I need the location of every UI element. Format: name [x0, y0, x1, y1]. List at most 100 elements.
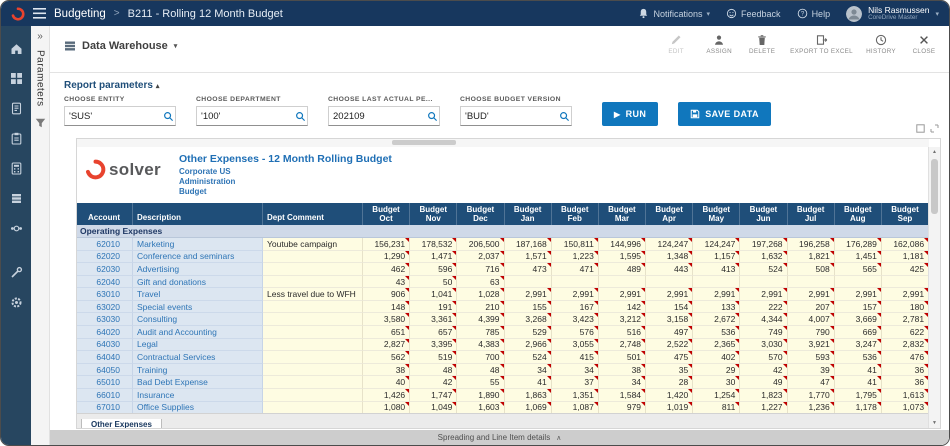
value-cell[interactable] — [505, 276, 552, 289]
value-cell[interactable]: 38 — [363, 364, 410, 377]
value-cell[interactable] — [552, 276, 599, 289]
breadcrumb-section[interactable]: Budgeting — [54, 8, 106, 20]
value-cell[interactable]: 34 — [552, 364, 599, 377]
value-cell[interactable] — [835, 276, 882, 289]
value-cell[interactable]: 207 — [788, 301, 835, 314]
value-cell[interactable]: 2,522 — [646, 339, 693, 352]
value-cell[interactable]: 162,086 — [882, 238, 929, 251]
scroll-down-icon[interactable]: ▼ — [929, 418, 940, 428]
feedback-button[interactable]: Feedback — [726, 8, 781, 19]
value-cell[interactable]: 562 — [363, 351, 410, 364]
column-header[interactable]: BudgetJun — [740, 203, 787, 225]
search-icon[interactable] — [161, 111, 175, 122]
value-cell[interactable]: 167 — [552, 301, 599, 314]
value-cell[interactable]: 191 — [410, 301, 457, 314]
value-cell[interactable]: 39 — [788, 364, 835, 377]
value-cell[interactable]: 1,223 — [552, 251, 599, 264]
close-button[interactable]: CLOSE — [909, 34, 939, 55]
value-cell[interactable]: 1,584 — [599, 389, 646, 402]
value-cell[interactable] — [599, 276, 646, 289]
value-cell[interactable]: 187,168 — [505, 238, 552, 251]
value-cell[interactable]: 700 — [457, 351, 504, 364]
value-cell[interactable]: 4,399 — [457, 313, 504, 326]
column-header[interactable]: BudgetJan — [505, 203, 552, 225]
export-to-excel-button[interactable]: EXPORT TO EXCEL — [790, 34, 853, 55]
value-cell[interactable]: 657 — [410, 326, 457, 339]
value-cell[interactable]: 1,595 — [599, 251, 646, 264]
comment-cell[interactable]: Youtube campaign — [263, 238, 363, 251]
value-cell[interactable]: 178,532 — [410, 238, 457, 251]
comment-cell[interactable] — [263, 251, 363, 264]
column-header[interactable]: BudgetAug — [835, 203, 882, 225]
value-cell[interactable]: 3,361 — [410, 313, 457, 326]
value-cell[interactable]: 34 — [599, 376, 646, 389]
sheet-tab-other-expenses[interactable]: Other Expenses — [81, 419, 162, 428]
value-cell[interactable]: 622 — [882, 326, 929, 339]
value-cell[interactable]: 55 — [457, 376, 504, 389]
value-cell[interactable]: 148 — [363, 301, 410, 314]
value-cell[interactable]: 1,041 — [410, 288, 457, 301]
value-cell[interactable]: 1,632 — [740, 251, 787, 264]
value-cell[interactable]: 210 — [457, 301, 504, 314]
data-stack-icon[interactable] — [10, 192, 23, 205]
value-cell[interactable]: 1,290 — [363, 251, 410, 264]
value-cell[interactable]: 40 — [363, 376, 410, 389]
value-cell[interactable]: 1,747 — [410, 389, 457, 402]
department-input[interactable]: '100' — [196, 106, 308, 126]
value-cell[interactable] — [693, 276, 740, 289]
value-cell[interactable]: 1,571 — [505, 251, 552, 264]
entity-input[interactable]: 'SUS' — [64, 106, 176, 126]
help-button[interactable]: ? Help — [797, 8, 831, 19]
value-cell[interactable]: 593 — [788, 351, 835, 364]
value-cell[interactable]: 2,991 — [599, 288, 646, 301]
value-cell[interactable]: 536 — [835, 351, 882, 364]
value-cell[interactable]: 529 — [505, 326, 552, 339]
value-cell[interactable]: 42 — [740, 364, 787, 377]
value-cell[interactable]: 2,966 — [505, 339, 552, 352]
value-cell[interactable]: 49 — [740, 376, 787, 389]
column-header[interactable]: BudgetFeb — [552, 203, 599, 225]
popout-icon[interactable] — [916, 124, 925, 133]
value-cell[interactable]: 2,037 — [457, 251, 504, 264]
value-cell[interactable]: 4,007 — [788, 313, 835, 326]
vertical-scrollbar[interactable]: ▲ ▼ — [928, 147, 940, 428]
column-header[interactable]: BudgetNov — [410, 203, 457, 225]
value-cell[interactable]: 489 — [599, 263, 646, 276]
value-cell[interactable] — [646, 276, 693, 289]
value-cell[interactable]: 576 — [552, 326, 599, 339]
value-cell[interactable]: 1,823 — [740, 389, 787, 402]
value-cell[interactable]: 150,811 — [552, 238, 599, 251]
value-cell[interactable]: 785 — [457, 326, 504, 339]
value-cell[interactable]: 2,991 — [646, 288, 693, 301]
value-cell[interactable]: 41 — [835, 364, 882, 377]
value-cell[interactable]: 2,748 — [599, 339, 646, 352]
value-cell[interactable]: 906 — [363, 288, 410, 301]
value-cell[interactable]: 156,231 — [363, 238, 410, 251]
value-cell[interactable]: 3,423 — [552, 313, 599, 326]
value-cell[interactable]: 1,890 — [457, 389, 504, 402]
value-cell[interactable]: 2,991 — [505, 288, 552, 301]
value-cell[interactable]: 508 — [788, 263, 835, 276]
value-cell[interactable]: 144,996 — [599, 238, 646, 251]
user-menu[interactable]: Nils Rasmussen CoreDrive Master ▾ — [846, 6, 939, 22]
value-cell[interactable]: 1,351 — [552, 389, 599, 402]
search-icon[interactable] — [425, 111, 439, 122]
column-header[interactable]: BudgetOct — [363, 203, 410, 225]
value-cell[interactable]: 501 — [599, 351, 646, 364]
column-header[interactable]: BudgetApr — [646, 203, 693, 225]
value-cell[interactable]: 2,827 — [363, 339, 410, 352]
value-cell[interactable]: 28 — [646, 376, 693, 389]
value-cell[interactable]: 790 — [788, 326, 835, 339]
search-icon[interactable] — [557, 111, 571, 122]
value-cell[interactable]: 749 — [740, 326, 787, 339]
spreading-panel-toggle[interactable]: Spreading and Line Item details ∧ — [50, 430, 949, 445]
integrations-icon[interactable] — [10, 222, 23, 235]
value-cell[interactable]: 180 — [882, 301, 929, 314]
column-header[interactable]: BudgetMay — [693, 203, 740, 225]
value-cell[interactable]: 48 — [410, 364, 457, 377]
value-cell[interactable]: 519 — [410, 351, 457, 364]
history-button[interactable]: HISTORY — [866, 34, 896, 55]
comment-cell[interactable] — [263, 389, 363, 402]
value-cell[interactable]: 206,500 — [457, 238, 504, 251]
modules-icon[interactable] — [10, 72, 23, 85]
